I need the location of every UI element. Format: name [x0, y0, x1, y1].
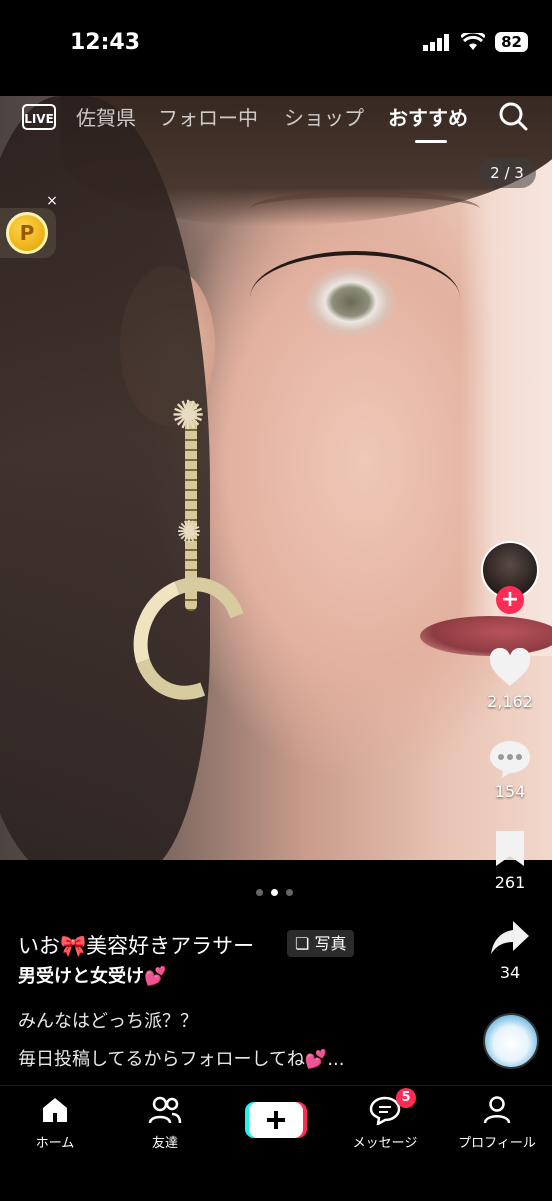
- comment-icon: [490, 741, 530, 778]
- signal-icon: [423, 34, 450, 51]
- comment-button[interactable]: [485, 738, 535, 784]
- carousel-dot: [286, 889, 293, 896]
- earring-star-mid: ✺: [176, 515, 202, 550]
- caption-line[interactable]: みんなはどっち派？？: [18, 1007, 198, 1033]
- post-photo[interactable]: ✺ ✺: [0, 96, 552, 860]
- wifi-icon: [461, 33, 486, 50]
- save-button[interactable]: [485, 828, 535, 872]
- nav-messages[interactable]: メッセージ: [330, 1095, 440, 1151]
- bookmark-icon: [496, 831, 524, 866]
- nav-home-label: ホーム: [35, 1136, 75, 1151]
- heart-icon: [489, 647, 531, 686]
- active-tab-indicator: [415, 140, 447, 143]
- friends-icon: [148, 1096, 182, 1124]
- close-icon[interactable]: ×: [44, 193, 60, 209]
- save-count: 261: [494, 873, 526, 892]
- like-count: 2,162: [487, 692, 533, 711]
- caption-line[interactable]: 毎日投稿してるからフォローしてね💕...: [18, 1045, 345, 1071]
- tab-following[interactable]: フォロー中: [158, 102, 258, 131]
- carousel-dot: [256, 889, 263, 896]
- photo-counter: 2 / 3: [478, 158, 536, 188]
- messages-badge: 5: [396, 1088, 416, 1108]
- sound-disc[interactable]: [483, 1013, 539, 1069]
- battery-level: 82: [495, 32, 528, 52]
- follow-button[interactable]: +: [496, 586, 524, 614]
- photo-icon: ❏: [295, 934, 310, 953]
- tab-for-you[interactable]: おすすめ: [388, 102, 468, 131]
- nav-friends[interactable]: 友達: [110, 1095, 220, 1151]
- status-time: 12:43: [70, 30, 141, 55]
- photo-brow: [250, 191, 480, 227]
- coin-icon[interactable]: P: [6, 212, 48, 254]
- creator-username[interactable]: いお🎀美容好きアラサー: [18, 930, 254, 960]
- profile-icon: [483, 1096, 511, 1124]
- share-count: 34: [499, 963, 521, 982]
- home-icon: [43, 1098, 67, 1122]
- search-icon[interactable]: [498, 101, 528, 131]
- post-title: 男受けと女受け💕: [18, 966, 167, 987]
- carousel-dot-active: [271, 889, 278, 896]
- carousel-dots: [256, 889, 293, 896]
- share-button[interactable]: [485, 918, 535, 962]
- live-icon[interactable]: LIVE: [22, 104, 56, 130]
- status-icons: 82: [423, 32, 528, 52]
- tab-region[interactable]: 佐賀県: [76, 102, 136, 131]
- nav-profile[interactable]: プロフィール: [442, 1095, 552, 1151]
- plus-icon[interactable]: [245, 1102, 307, 1138]
- tab-shop[interactable]: ショップ: [284, 102, 364, 131]
- nav-friends-label: 友達: [151, 1136, 178, 1151]
- comment-count: 154: [494, 782, 526, 801]
- like-button[interactable]: [485, 647, 535, 692]
- share-icon: [491, 921, 529, 954]
- nav-messages-label: メッセージ: [352, 1136, 418, 1151]
- nav-profile-label: プロフィール: [458, 1136, 536, 1151]
- post-type-badge: ❏ 写真: [287, 930, 355, 957]
- nav-home[interactable]: ホーム: [0, 1095, 110, 1151]
- photo-eye: [250, 251, 460, 345]
- post-type-label: 写真: [314, 934, 347, 953]
- earring-star-top: ✺: [171, 393, 205, 439]
